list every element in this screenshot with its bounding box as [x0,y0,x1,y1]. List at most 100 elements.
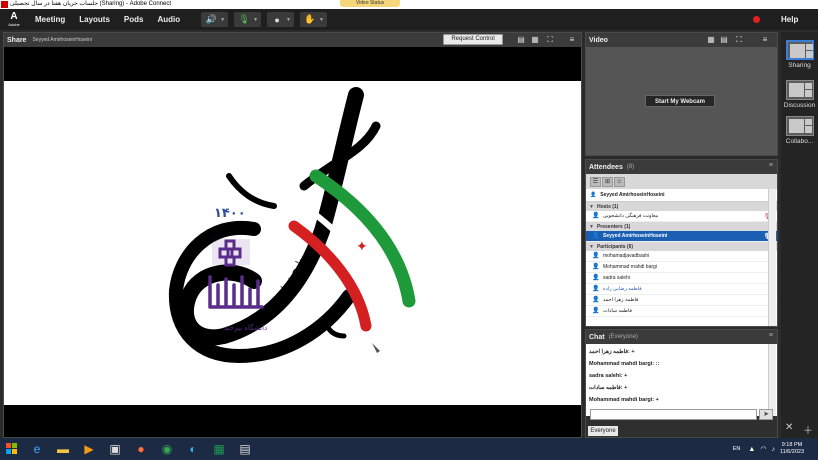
chat-scrollbar[interactable] [768,344,776,416]
chevron-down-icon: ▼ [286,16,291,23]
attendee-row[interactable]: 👤 sadra salehi [586,273,777,284]
menu-layouts[interactable]: Layouts [72,15,117,24]
language-indicator[interactable]: EN [733,446,741,452]
attendees-pod-header: Attendees (8) ≡ [586,160,777,174]
fullscreen-icon[interactable]: ⛶ [545,35,555,44]
attendee-row[interactable]: 👤معاونت فرهنگی دانشجویی🎙 [586,211,777,222]
attendee-options-icon[interactable]: ☺ [614,176,625,187]
start-button[interactable] [0,438,24,460]
status-pill: Video Status [340,0,400,7]
layout-sharing[interactable]: Sharing [783,40,816,69]
person-icon: 👤 [592,232,600,239]
request-control-button[interactable]: Request Control [443,34,503,45]
attendee-group-header[interactable]: ▼ Participants (6) [586,242,777,251]
person-icon: 👤 [590,192,597,198]
attendee-scrollbar[interactable] [768,189,776,326]
person-icon: 👤 [592,285,600,292]
adobe-logo: A Adobe [8,11,20,28]
attendee-row[interactable]: 👤 فاطمه سادات [586,306,777,317]
pod-menu-icon[interactable]: ≡ [567,35,577,44]
attendee-row[interactable]: 👤 mohamadjavadbashi [586,251,777,262]
chat-message: Mohammad mahdi bargi: + [589,397,659,403]
add-layout-icon[interactable]: ＋ [803,422,813,437]
chat-tab-everyone[interactable]: Everyone [588,426,618,436]
firefox-icon[interactable]: ● [128,438,154,460]
chat-message: فاطمه سادات: + [589,385,628,391]
menu-pods[interactable]: Pods [117,15,151,24]
clock-date: 11/6/2023 [779,449,804,455]
notepad-icon[interactable]: ▤ [232,438,258,460]
window-title-bar: جلسات جریان هفتا در سال تحصیلی (Sharing)… [0,0,818,9]
video-pod: Video ▦ ▤ ⛶ ≡ Start My Webcam [585,32,778,156]
pod-menu-icon[interactable]: ≡ [769,332,773,339]
layout-thumbnail [785,40,814,60]
ie-icon[interactable]: e [24,438,50,460]
fullscreen-icon[interactable]: ⛶ [734,35,744,44]
chat-pod: Chat (Everyone) ≡ فاطمه زهرا احمد: + Moh… [585,329,778,438]
attendee-group-label: Participants (6) [596,243,634,250]
chat-scope: (Everyone) [608,334,638,340]
adobe-connect-icon [1,1,8,8]
chat-pod-title: Chat [589,333,605,341]
attendee-name: Mohammad mahdi bargi [603,264,657,270]
attendee-row[interactable]: 👤 فاطمه زهرا احمد [586,295,777,306]
menu-meeting[interactable]: Meeting [28,15,72,24]
attendees-pod: Attendees (8) ≡ ☰ ⊞ ☺ 👤 Seyyed Amirhosei… [585,159,778,327]
clock[interactable]: 9:18 PM 11/6/2023 [780,442,804,456]
wifi-icon[interactable]: ◠ [760,445,766,453]
current-user[interactable]: 👤 Seyyed AmirhoseinHoseini [586,189,777,202]
chevron-down-icon: ▼ [589,223,594,230]
excel-icon[interactable]: ▦ [206,438,232,460]
speaker-control[interactable]: 🔊 ▼ [201,12,229,27]
attendee-name: فاطمه سادات [603,308,632,314]
attendee-group-header[interactable]: ▼ Hosts (1) [586,202,777,211]
start-webcam-button[interactable]: Start My Webcam [645,95,715,107]
chat-input[interactable] [590,409,757,420]
help-menu[interactable]: Help [781,15,798,24]
person-icon: 👤 [592,307,600,314]
current-user-name: Seyyed AmirhoseinHoseini [600,192,665,198]
webcam-icon: ● [274,14,280,25]
attendee-group-header[interactable]: ▼ Presenters (1) [586,222,777,231]
chevron-down-icon: ▼ [319,16,324,23]
layouts-bar: Sharing Discussion Collabo... ✕ ＋ [781,32,818,438]
microphone-control[interactable]: 🎙 ▼ [234,12,262,27]
grid-view-icon[interactable]: ▦ [706,35,716,44]
recording-indicator[interactable] [753,16,760,23]
edge-icon[interactable]: ◐ [180,438,206,460]
webcam-control[interactable]: ● ▼ [267,12,294,27]
chat-log: فاطمه زهرا احمد: + Mohammad mahdi bargi:… [586,344,777,416]
menu-audio[interactable]: Audio [150,15,187,24]
status-control[interactable]: ✋ ▼ [300,12,327,27]
network-icon[interactable]: ▲ [748,446,755,453]
chat-pod-header: Chat (Everyone) ≡ [586,330,777,344]
view-mode-icon[interactable]: ▤ [516,35,526,44]
filmstrip-icon[interactable]: ▦ [530,35,540,44]
attendee-row[interactable]: 👤 Mohammad mahdi bargi [586,262,777,273]
attendee-row[interactable]: 👤 فاطمه رضایی زاده [586,284,777,295]
list-view-icon[interactable]: ☰ [590,176,601,187]
attendee-row[interactable]: 👤Seyyed AmirhoseinHoseini🎙 [586,231,777,242]
video-editor-icon[interactable]: ▣ [102,438,128,460]
breakout-icon[interactable]: ⊞ [602,176,613,187]
file-explorer-icon[interactable]: ▬ [50,438,76,460]
attendee-group-label: Presenters (1) [596,223,631,230]
chrome-icon[interactable]: ◉ [154,438,180,460]
attendees-toolbar: ☰ ⊞ ☺ [586,174,777,189]
speaker-icon: 🔊 [205,14,217,24]
layout-thumbnail [785,80,814,100]
pod-menu-icon[interactable]: ≡ [760,35,770,44]
windows-icon [6,443,17,454]
close-layout-icon[interactable]: ✕ [785,422,793,433]
filmstrip-icon[interactable]: ▤ [719,35,729,44]
volume-icon[interactable]: ♪ [771,446,775,453]
share-pod-header: Share Seyyed AmirhoseinHoseini Request C… [4,33,581,47]
person-icon: 👤 [592,212,600,219]
send-message-button[interactable]: ➤ [759,409,773,420]
pod-menu-icon[interactable]: ≡ [769,162,773,169]
layout-discussion[interactable]: Discussion [783,80,816,109]
media-player-icon[interactable]: ▶ [76,438,102,460]
attendee-name: Seyyed AmirhoseinHoseini [603,233,668,239]
layout-collaboration[interactable]: Collabo... [783,116,816,145]
chat-message: sadra salehi: + [589,373,628,379]
